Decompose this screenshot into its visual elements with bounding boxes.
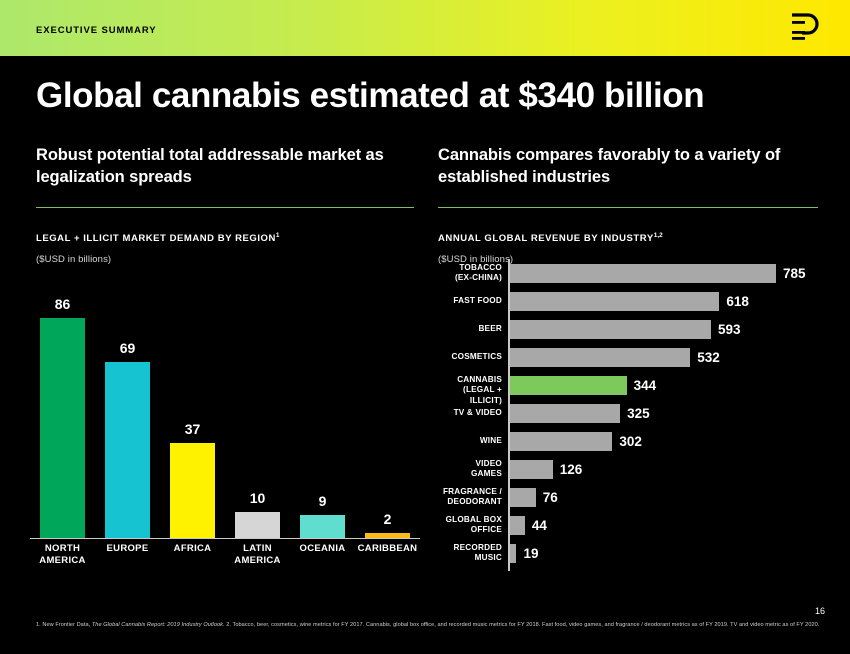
column-bar-item: 69 — [105, 340, 150, 538]
bar-chart-row: CANNABIS (LEGAL + ILLICIT) 344 — [438, 371, 828, 405]
bar-chart-row: COSMETICS 532 — [438, 343, 828, 371]
bar-chart-row: GLOBAL BOX OFFICE 44 — [438, 511, 828, 539]
column-bar-fill — [235, 512, 280, 538]
slide-canvas: EXECUTIVE SUMMARY Global cannabis estima… — [0, 0, 850, 654]
column-category-label: NORTH AMERICA — [39, 543, 86, 566]
bar-category-label: BEER — [478, 324, 502, 333]
column-bar-item: 37 — [170, 421, 215, 538]
bar-category-label: TOBACCO (EX-CHINA) — [454, 263, 502, 283]
bar-category-label: FRAGRANCE / DEODORANT — [442, 487, 502, 507]
column-bar-value: 69 — [119, 339, 136, 356]
column-chart-category-labels: NORTH AMERICA EUROPE AFRICA LATIN AMERICA OCEA… — [30, 543, 420, 577]
bar-value-label: 302 — [619, 433, 642, 449]
footnote-source-title: The Global Cannabis Report: 2019 Industr… — [91, 622, 224, 628]
column-bar-value: 86 — [54, 296, 71, 312]
left-chart-subhead-superscript: 1 — [275, 231, 280, 239]
column-chart-baseline — [30, 538, 420, 539]
bar-chart-row: FAST FOOD 618 — [438, 287, 828, 315]
page-number: 16 — [814, 606, 825, 616]
header-band: EXECUTIVE SUMMARY — [0, 0, 850, 56]
bar-value-label: 344 — [633, 377, 657, 393]
right-chart-subhead-superscript: 1,2 — [653, 231, 663, 239]
right-panel-heading: Cannabis compares favorably to a variety… — [438, 146, 781, 186]
column-category-label: EUROPE — [106, 543, 149, 554]
bar-chart-row: TOBACCO (EX-CHINA) 785 — [438, 259, 828, 287]
bar-value-label: 325 — [627, 405, 650, 421]
bar-fill — [510, 543, 517, 563]
bar-category-label: TV & VIDEO — [453, 408, 502, 417]
bar-value-label: 532 — [697, 349, 720, 365]
left-panel: Robust potential total addressable marke… — [36, 145, 414, 265]
left-panel-heading: Robust potential total addressable marke… — [36, 146, 384, 186]
bar-category-label: GLOBAL BOX OFFICE — [445, 515, 502, 535]
bar-fill — [510, 459, 553, 479]
left-chart-subhead-text: LEGAL + ILLICIT MARKET DEMAND BY REGION — [36, 232, 276, 244]
industry-revenue-bar-chart: TOBACCO (EX-CHINA) 785 FAST FOOD 618 BEER 593 C… — [438, 259, 828, 571]
footnote-part-2: . 2. Tobacco, beer, cosmetics, wine metr… — [223, 622, 820, 628]
bar-fill — [510, 487, 536, 507]
bar-fill — [510, 347, 691, 367]
pitchbook-p-logo-icon — [788, 13, 822, 45]
column-bar-item: 86 — [40, 296, 85, 538]
bar-category-label: RECORDED MUSIC — [453, 543, 502, 563]
bar-chart-row: VIDEO GAMES 126 — [438, 455, 828, 483]
column-bar-fill — [105, 361, 150, 538]
bar-value-label: 19 — [523, 545, 539, 561]
right-panel: Cannabis compares favorably to a variety… — [438, 145, 818, 265]
right-chart-subhead-text: ANNUAL GLOBAL REVENUE BY INDUSTRY — [438, 232, 654, 244]
column-category-label: CARIBBEAN — [357, 543, 418, 554]
column-bar-value: 37 — [184, 421, 201, 438]
bar-chart-row: WINE 302 — [438, 427, 828, 455]
bar-value-label: 593 — [717, 321, 741, 337]
bar-chart-row: FRAGRANCE / DEODORANT 76 — [438, 483, 828, 511]
column-category-label: AFRICA — [173, 543, 212, 554]
bar-value-label: 618 — [726, 293, 749, 309]
bar-value-label: 126 — [559, 461, 583, 477]
column-category-label: LATIN AMERICA — [234, 543, 281, 566]
column-bar-item: 9 — [300, 493, 345, 538]
bar-fill — [510, 403, 621, 423]
bar-fill — [510, 319, 711, 339]
bar-fill — [510, 375, 627, 395]
column-bar-fill — [170, 443, 215, 538]
right-chart-subhead: ANNUAL GLOBAL REVENUE BY INDUSTRY1,2 — [438, 232, 818, 244]
column-bar-value: 10 — [249, 490, 266, 507]
column-bar-fill — [40, 318, 85, 538]
eyebrow-label: EXECUTIVE SUMMARY — [36, 25, 157, 36]
left-chart-units: ($USD in billions) — [36, 253, 112, 265]
bar-category-label: VIDEO GAMES — [470, 459, 502, 479]
bar-category-label: WINE — [479, 436, 502, 445]
left-panel-divider — [36, 206, 414, 208]
footnote-part-1: 1. New Frontier Data, — [36, 622, 92, 628]
bar-chart-row: TV & VIDEO 325 — [438, 399, 828, 427]
bar-category-label: COSMETICS — [451, 352, 502, 361]
region-demand-column-chart: 86 69 37 10 9 2 — [30, 288, 420, 538]
column-bar-fill — [300, 514, 345, 538]
bar-value-label: 76 — [542, 489, 558, 505]
bar-category-label: FAST FOOD — [453, 296, 502, 305]
right-panel-divider — [438, 206, 818, 208]
column-category-label: OCEANIA — [299, 543, 346, 554]
column-bar-value: 9 — [318, 492, 327, 509]
column-bar-value: 2 — [383, 510, 392, 527]
bar-value-label: 44 — [531, 517, 547, 533]
footnote: 1. New Frontier Data, The Global Cannabi… — [36, 621, 826, 631]
bar-fill — [510, 263, 776, 283]
bar-chart-row: RECORDED MUSIC 19 — [438, 539, 828, 567]
bar-fill — [510, 291, 720, 311]
bar-fill — [510, 515, 525, 535]
bar-fill — [510, 431, 613, 451]
bar-value-label: 785 — [783, 265, 806, 281]
column-bar-item: 10 — [235, 490, 280, 538]
page-title: Global cannabis estimated at $340 billio… — [36, 76, 705, 115]
bar-chart-row: BEER 593 — [438, 315, 828, 343]
left-chart-subhead: LEGAL + ILLICIT MARKET DEMAND BY REGION1 — [36, 232, 414, 244]
